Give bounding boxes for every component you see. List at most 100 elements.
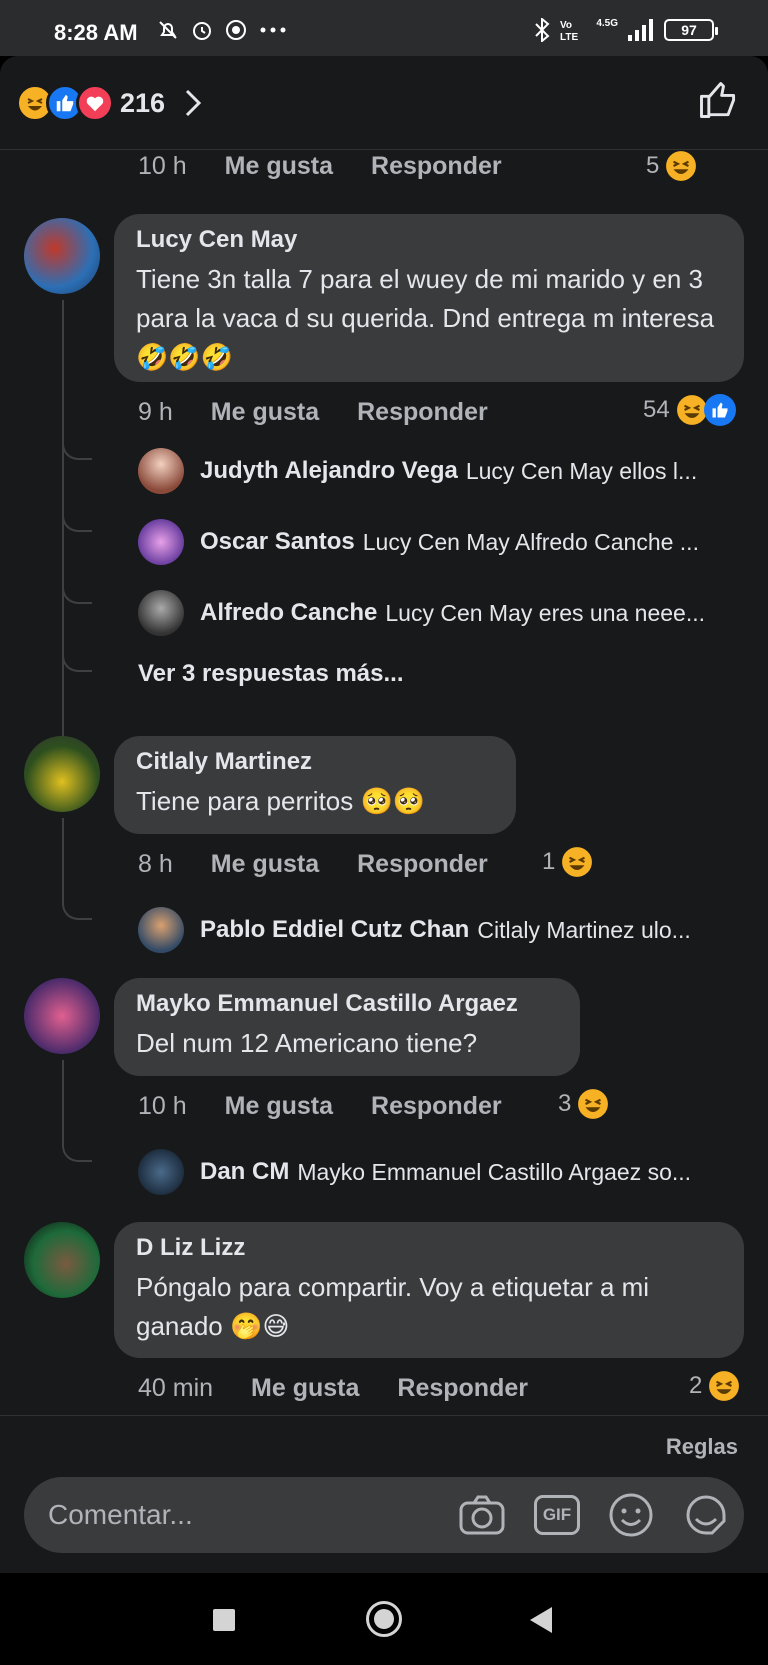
reply-avatar	[138, 519, 184, 565]
reply-connector	[62, 420, 92, 460]
reply-link[interactable]: Responder	[357, 850, 488, 879]
comment-reaction-count: 5	[646, 152, 660, 179]
comment-bubble: Lucy Cen May Tiene 3n talla 7 para el wu…	[114, 214, 744, 382]
camera-icon[interactable]	[458, 1493, 506, 1537]
comment-reactions[interactable]: 3	[558, 1088, 609, 1120]
like-link[interactable]: Me gusta	[251, 1374, 359, 1403]
system-nav-bar	[0, 1573, 768, 1665]
reply-author[interactable]: Dan CM	[200, 1158, 289, 1186]
mute-icon	[159, 21, 177, 39]
sticker-icon[interactable]	[682, 1491, 730, 1539]
reply-text: Mayko Emmanuel Castillo Argaez so...	[297, 1158, 692, 1185]
comment-author[interactable]: D Liz Lizz	[136, 1234, 722, 1262]
comment-actions: 9 h Me gusta Responder	[138, 398, 526, 427]
like-link[interactable]: Me gusta	[211, 850, 319, 879]
haha-icon	[665, 150, 697, 182]
comment-reactions[interactable]: 54	[643, 394, 736, 426]
comment-bubble: Citlaly Martinez Tiene para perritos 🥺🥺	[114, 736, 516, 834]
comment-actions: 10 h Me gusta Responder	[138, 152, 540, 181]
svg-text:LTE: LTE	[560, 32, 578, 42]
home-button[interactable]	[366, 1601, 402, 1637]
bluetooth-icon	[535, 18, 550, 42]
love-icon	[76, 84, 114, 122]
avatar[interactable]	[24, 736, 100, 812]
alarm-icon	[193, 22, 211, 40]
reply-link[interactable]: Responder	[371, 152, 502, 181]
reply-text: Citlaly Martinez ulo...	[477, 916, 691, 943]
reply-link[interactable]: Responder	[397, 1374, 528, 1403]
comment-reaction-count: 54	[643, 396, 670, 423]
status-icons-left	[156, 18, 288, 42]
like-button-icon[interactable]	[696, 78, 740, 122]
view-more-replies[interactable]: Ver 3 respuestas más...	[138, 660, 404, 688]
comment-actions: 10 h Me gusta Responder	[138, 1092, 540, 1121]
like-icon	[703, 394, 736, 426]
comments-list[interactable]: 10 h Me gusta Responder 5 Lucy Cen May T…	[0, 150, 768, 1415]
gif-label: GIF	[542, 1505, 572, 1524]
comment-reaction-count: 2	[689, 1372, 703, 1399]
thread-line	[62, 818, 64, 878]
comment-reactions[interactable]: 5	[646, 150, 697, 182]
comment-text: Póngalo para compartir. Voy a etiquetar …	[136, 1272, 650, 1341]
comment-reaction-count: 1	[542, 848, 556, 875]
haha-icon	[708, 1370, 740, 1402]
comment-reactions[interactable]: 2	[689, 1370, 740, 1402]
back-button[interactable]	[530, 1607, 552, 1633]
comment-time: 10 h	[138, 152, 187, 180]
gif-icon[interactable]: GIF	[534, 1495, 580, 1535]
like-link[interactable]: Me gusta	[225, 1092, 333, 1121]
status-icons-right: Vo LTE 4.5G 97	[534, 18, 718, 42]
reply-author[interactable]: Oscar Santos	[200, 528, 355, 556]
reply-author[interactable]: Pablo Eddiel Cutz Chan	[200, 916, 469, 944]
avatar[interactable]	[24, 218, 100, 294]
reply-item[interactable]: Dan CM Mayko Emmanuel Castillo Argaez so…	[138, 1148, 744, 1196]
comment-text: Tiene para perritos 🥺🥺	[136, 786, 426, 816]
reply-item[interactable]: Alfredo Canche Lucy Cen May eres una nee…	[138, 589, 744, 637]
reply-link[interactable]: Responder	[357, 398, 488, 427]
rules-link[interactable]: Reglas	[666, 1434, 738, 1460]
status-bar: 8:28 AM Vo LTE 4.5G 97	[0, 0, 768, 56]
haha-icon	[561, 846, 593, 878]
reply-item[interactable]: Oscar Santos Lucy Cen May Alfredo Canche…	[138, 518, 744, 566]
comment-input[interactable]: Comentar... GIF	[24, 1477, 744, 1553]
comment-author[interactable]: Citlaly Martinez	[136, 748, 494, 776]
reply-connector	[62, 870, 92, 920]
emoji-icon[interactable]	[608, 1492, 654, 1538]
reply-item[interactable]: Judyth Alejandro Vega Lucy Cen May ellos…	[138, 447, 744, 495]
avatar[interactable]	[24, 1222, 100, 1298]
comments-sheet: 216 10 h Me gusta Responder 5 Lucy Cen M…	[0, 56, 768, 1573]
comment-author[interactable]: Mayko Emmanuel Castillo Argaez	[136, 990, 558, 1018]
reply-avatar	[138, 590, 184, 636]
recent-apps-button[interactable]	[213, 1609, 235, 1631]
comment-time: 10 h	[138, 1092, 187, 1120]
comment-text: Tiene 3n talla 7 para el wuey de mi mari…	[136, 264, 715, 372]
reply-author[interactable]: Judyth Alejandro Vega	[200, 457, 458, 485]
reply-avatar	[138, 448, 184, 494]
comment-time: 8 h	[138, 850, 173, 878]
signal-icon	[628, 19, 653, 41]
reply-avatar	[138, 1149, 184, 1195]
network-type: 4.5G	[596, 18, 618, 29]
reply-link[interactable]: Responder	[371, 1092, 502, 1121]
comment-actions: 40 min Me gusta Responder	[138, 1374, 566, 1403]
comment-bubble: Mayko Emmanuel Castillo Argaez Del num 1…	[114, 978, 580, 1076]
haha-icon	[577, 1088, 609, 1120]
comment-bubble: D Liz Lizz Póngalo para compartir. Voy a…	[114, 1222, 744, 1358]
composer-icons: GIF	[458, 1491, 730, 1539]
reply-item[interactable]: Pablo Eddiel Cutz Chan Citlaly Martinez …	[138, 906, 744, 954]
reply-author[interactable]: Alfredo Canche	[200, 599, 377, 627]
comment-time: 40 min	[138, 1374, 214, 1402]
avatar[interactable]	[24, 978, 100, 1054]
reactions-header: 216	[0, 56, 768, 150]
comment-placeholder: Comentar...	[48, 1499, 193, 1530]
like-link[interactable]: Me gusta	[211, 398, 319, 427]
haha-icon	[676, 394, 708, 426]
reply-text: Lucy Cen May Alfredo Canche ...	[362, 528, 699, 555]
like-link[interactable]: Me gusta	[225, 152, 333, 181]
reaction-summary[interactable]: 216	[16, 84, 203, 122]
comment-author[interactable]: Lucy Cen May	[136, 226, 722, 254]
reply-connector	[62, 490, 92, 532]
comment-reactions[interactable]: 1	[542, 846, 593, 878]
reply-avatar	[138, 907, 184, 953]
chrome-icon	[226, 20, 246, 40]
